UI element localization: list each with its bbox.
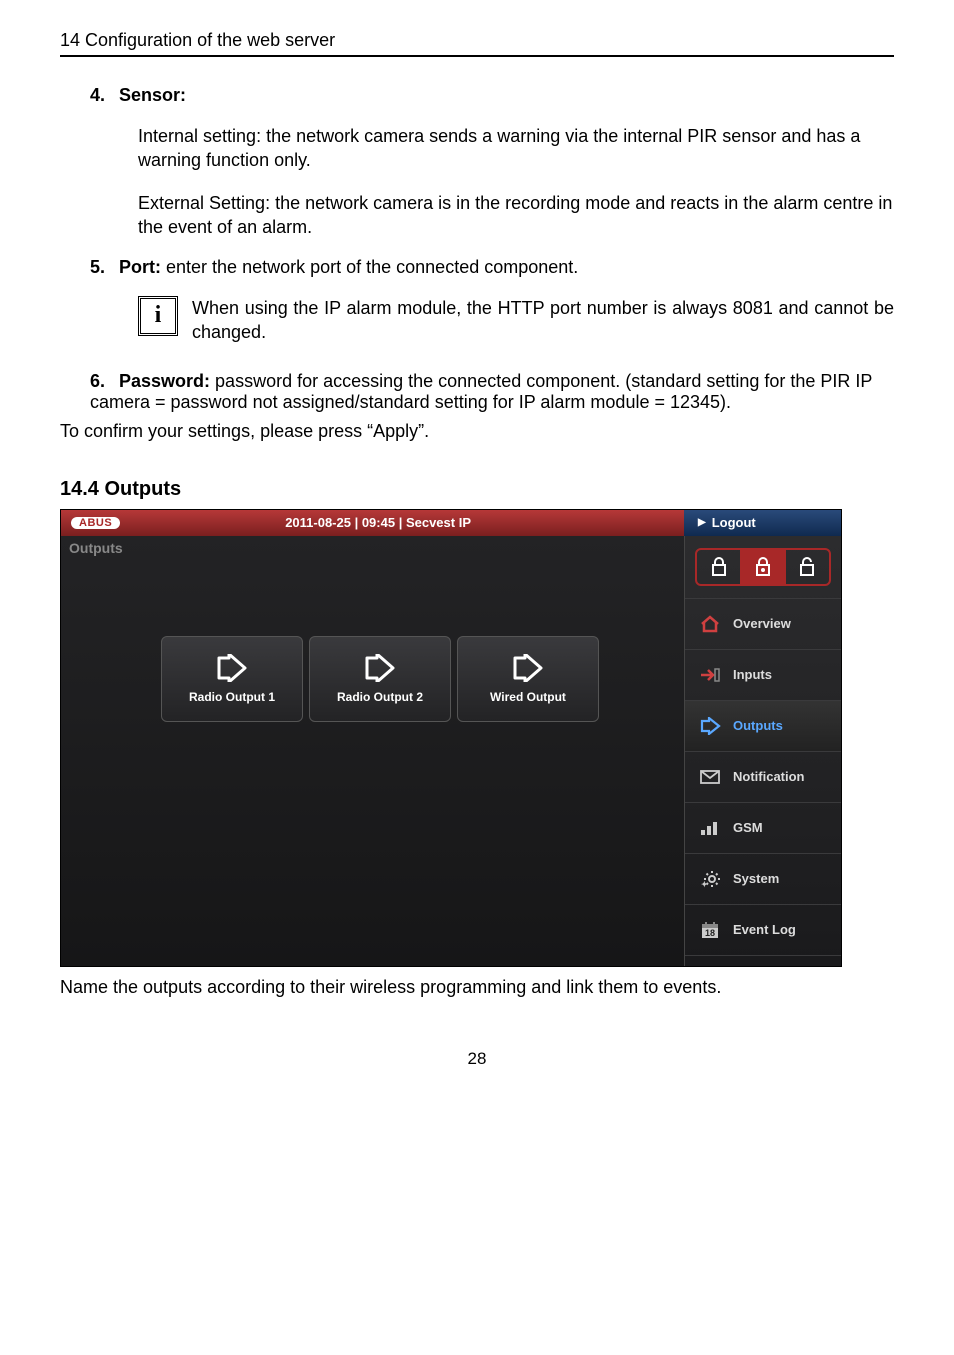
tile-radio-output-2[interactable]: Radio Output 2 <box>309 636 451 722</box>
logout-label: Logout <box>712 515 756 530</box>
arm-locked-icon[interactable] <box>697 550 741 584</box>
output-arrow-icon <box>215 654 249 682</box>
panel-title: Outputs <box>61 536 684 556</box>
svg-text:18: 18 <box>705 928 715 938</box>
list-item-4: 4. Sensor: <box>90 85 894 106</box>
page-header: 14 Configuration of the web server <box>60 30 894 57</box>
nav-event-log[interactable]: 18 Event Log <box>685 905 841 956</box>
brand-logo: ABUS <box>71 517 120 529</box>
list-item-6: 6. Password: password for accessing the … <box>90 371 894 413</box>
outputs-screenshot: ABUS 2011-08-25 | 09:45 | Secvest IP ▶ L… <box>60 509 842 967</box>
nav-label: Event Log <box>733 922 796 937</box>
topbar-left: ABUS 2011-08-25 | 09:45 | Secvest IP <box>61 510 684 536</box>
nav-label: Outputs <box>733 718 783 733</box>
info-callout: i When using the IP alarm module, the HT… <box>138 296 894 345</box>
info-icon: i <box>138 296 178 336</box>
home-icon <box>697 615 723 633</box>
tile-label: Wired Output <box>490 690 566 704</box>
figure-caption: Name the outputs according to their wire… <box>60 975 894 999</box>
output-arrow-icon <box>511 654 545 682</box>
nav-overview[interactable]: Overview <box>685 599 841 650</box>
arrow-icon: ▶ <box>698 517 706 528</box>
nav-label: Inputs <box>733 667 772 682</box>
list-text: enter the network port of the connected … <box>161 257 578 277</box>
list-label: Password: <box>119 371 210 391</box>
output-arrow-icon <box>697 717 723 735</box>
nav-label: Overview <box>733 616 791 631</box>
envelope-icon <box>697 770 723 784</box>
signal-bars-icon <box>697 820 723 836</box>
gear-icon: ✦ <box>697 869 723 889</box>
tile-label: Radio Output 2 <box>337 690 423 704</box>
nav-label: Notification <box>733 769 805 784</box>
list-label: Sensor: <box>119 85 186 105</box>
list-number: 6. <box>90 371 114 392</box>
list-number: 4. <box>90 85 114 106</box>
nav-inputs[interactable]: Inputs <box>685 650 841 701</box>
svg-text:✦: ✦ <box>701 880 708 889</box>
nav-notification[interactable]: Notification <box>685 752 841 803</box>
topbar: ABUS 2011-08-25 | 09:45 | Secvest IP ▶ L… <box>61 510 841 536</box>
list-label: Port: <box>119 257 161 277</box>
main-panel: Outputs Radio Output 1 Radio Output 2 <box>61 536 684 966</box>
nav-label: System <box>733 871 779 886</box>
paragraph: Internal setting: the network camera sen… <box>138 124 894 173</box>
list-item-5: 5. Port: enter the network port of the c… <box>90 257 894 278</box>
page-number: 28 <box>60 1049 894 1069</box>
list-number: 5. <box>90 257 114 278</box>
tile-radio-output-1[interactable]: Radio Output 1 <box>161 636 303 722</box>
nav-gsm[interactable]: GSM <box>685 803 841 854</box>
tile-label: Radio Output 1 <box>189 690 275 704</box>
tile-wired-output[interactable]: Wired Output <box>457 636 599 722</box>
arm-home-icon[interactable] <box>741 550 785 584</box>
input-arrow-icon <box>697 667 723 683</box>
nav-system[interactable]: ✦ System <box>685 854 841 905</box>
calendar-icon: 18 <box>697 920 723 940</box>
side-panel: Overview Inputs Outputs Notification <box>684 536 841 966</box>
logout-button[interactable]: ▶ Logout <box>684 510 841 536</box>
topbar-title: 2011-08-25 | 09:45 | Secvest IP <box>132 515 684 530</box>
arm-unlocked-icon[interactable] <box>786 550 829 584</box>
arm-toggle-group[interactable] <box>695 548 831 586</box>
info-text: When using the IP alarm module, the HTTP… <box>192 296 894 345</box>
nav-label: GSM <box>733 820 763 835</box>
output-arrow-icon <box>363 654 397 682</box>
section-heading: 14.4 Outputs <box>60 478 894 501</box>
nav-outputs[interactable]: Outputs <box>685 701 841 752</box>
confirm-text: To confirm your settings, please press “… <box>60 421 894 442</box>
paragraph: External Setting: the network camera is … <box>138 191 894 240</box>
arm-state-row <box>685 536 841 599</box>
